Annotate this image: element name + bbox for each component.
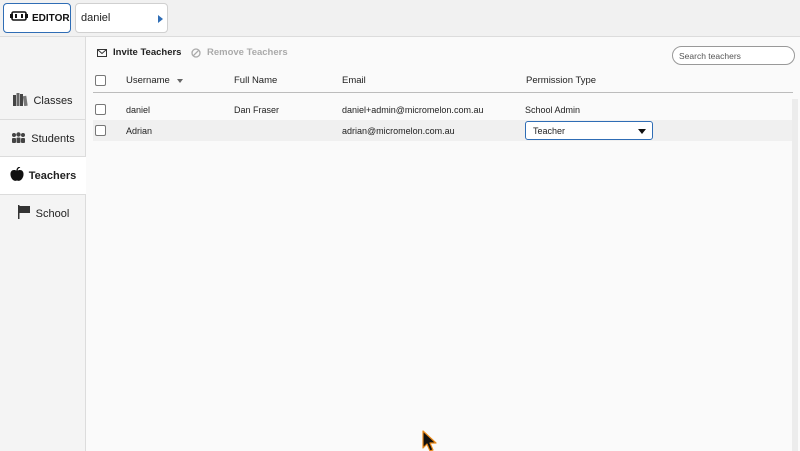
user-selector[interactable]: daniel bbox=[75, 3, 168, 33]
column-permission[interactable]: Permission Type bbox=[526, 69, 596, 92]
flag-icon bbox=[17, 205, 31, 222]
username-cell: Adrian bbox=[126, 125, 153, 136]
scrollbar[interactable] bbox=[792, 99, 798, 451]
row-checkbox[interactable] bbox=[95, 104, 106, 115]
table-row[interactable]: daniel Dan Fraser daniel+admin@micromelo… bbox=[93, 99, 793, 120]
top-bar: EDITOR daniel bbox=[0, 0, 800, 37]
invite-teachers-label: Invite Teachers bbox=[113, 47, 182, 58]
full-name-cell: Dan Fraser bbox=[234, 104, 280, 115]
sidebar: Classes Students Teachers School bbox=[0, 37, 86, 451]
chevron-right-icon bbox=[158, 15, 163, 23]
column-full-name-label: Full Name bbox=[234, 75, 278, 86]
remove-teachers-button[interactable]: Remove Teachers bbox=[191, 47, 288, 58]
dropdown-caret-icon bbox=[638, 129, 646, 134]
column-username[interactable]: Username bbox=[126, 69, 183, 92]
table-header: Username Full Name Email Permission Type bbox=[93, 69, 793, 93]
sidebar-item-students[interactable]: Students bbox=[0, 120, 86, 157]
invite-teachers-button[interactable]: Invite Teachers bbox=[97, 47, 181, 58]
column-permission-label: Permission Type bbox=[526, 75, 597, 86]
books-icon bbox=[13, 92, 29, 109]
sidebar-item-label: Classes bbox=[33, 94, 73, 107]
envelope-icon bbox=[97, 48, 107, 57]
sidebar-item-label: Teachers bbox=[28, 169, 77, 182]
permission-select[interactable]: Teacher bbox=[525, 121, 653, 140]
sidebar-item-label: School bbox=[35, 207, 70, 220]
mouse-cursor-icon bbox=[422, 430, 438, 451]
column-username-label: Username bbox=[126, 75, 170, 86]
main-content: Invite Teachers Remove Teachers Username… bbox=[87, 37, 800, 451]
people-icon bbox=[11, 131, 26, 146]
remove-teachers-label: Remove Teachers bbox=[207, 47, 288, 58]
editor-button[interactable]: EDITOR bbox=[3, 3, 71, 33]
column-email-label: Email bbox=[342, 75, 366, 86]
email-cell: daniel+admin@micromelon.com.au bbox=[342, 104, 484, 115]
column-email[interactable]: Email bbox=[342, 69, 366, 92]
permission-select-value: Teacher bbox=[533, 125, 566, 136]
sidebar-item-school[interactable]: School bbox=[0, 195, 86, 232]
select-all-checkbox-cell bbox=[95, 69, 106, 92]
sidebar-item-label: Students bbox=[31, 132, 75, 145]
table-row[interactable]: Adrian adrian@micromelon.com.au Teacher bbox=[93, 120, 793, 141]
permission-cell: School Admin bbox=[525, 104, 581, 115]
search-input[interactable] bbox=[672, 46, 795, 65]
row-checkbox[interactable] bbox=[95, 125, 106, 136]
sort-down-icon bbox=[176, 78, 183, 83]
select-all-checkbox[interactable] bbox=[95, 75, 106, 86]
sidebar-item-teachers[interactable]: Teachers bbox=[0, 157, 86, 194]
email-cell: adrian@micromelon.com.au bbox=[342, 125, 455, 136]
selected-user: daniel bbox=[81, 12, 111, 24]
sidebar-item-classes[interactable]: Classes bbox=[0, 82, 86, 119]
block-icon bbox=[191, 47, 201, 58]
editor-label: EDITOR bbox=[32, 12, 70, 24]
username-cell: daniel bbox=[126, 104, 151, 115]
column-full-name[interactable]: Full Name bbox=[234, 69, 277, 92]
editor-icon bbox=[10, 9, 28, 27]
apple-icon bbox=[10, 165, 24, 185]
